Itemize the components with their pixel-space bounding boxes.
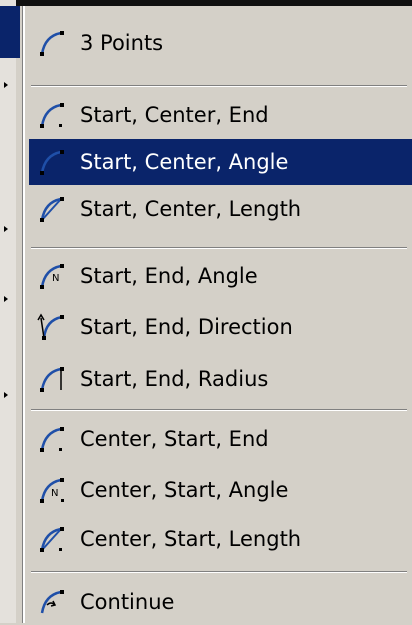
arc-center-start-length-icon: [40, 527, 64, 552]
menu-item-label: Start, End, Radius: [80, 367, 269, 391]
submenu-arrow-icon: [4, 226, 8, 232]
svg-text:N: N: [52, 273, 59, 284]
menu-item-label: Start, End, Direction: [80, 315, 293, 339]
arc-3-points-icon: [40, 31, 64, 56]
parent-menu-strip: [0, 0, 20, 623]
menu-item-center-start-end[interactable]: Center, Start, End: [29, 416, 412, 462]
menu-item-start-center-end[interactable]: Start, Center, End: [29, 92, 412, 138]
menu-separator: [31, 85, 407, 87]
arc-continue-icon: [40, 590, 64, 614]
menu-separator: [31, 247, 407, 249]
arc-start-end-angle-icon: N: [40, 264, 64, 289]
parent-menu-highlight: [0, 6, 20, 58]
menu-item-label: Start, Center, Length: [80, 197, 302, 221]
menu-item-label: Center, Start, End: [80, 427, 269, 451]
menu-item-start-center-angle[interactable]: Start, Center, Angle: [29, 139, 412, 185]
menu-item-start-center-length[interactable]: Start, Center, Length: [29, 186, 412, 232]
menu-item-label: Continue: [80, 590, 175, 614]
menu-item-label: Center, Start, Length: [80, 527, 302, 551]
menu-item-continue[interactable]: Continue: [29, 579, 412, 625]
menu-separator: [31, 409, 407, 411]
arc-center-start-angle-icon: N: [40, 478, 64, 503]
menu-item-start-end-direction[interactable]: Start, End, Direction: [29, 304, 412, 350]
menu-item-center-start-length[interactable]: Center, Start, Length: [29, 516, 412, 562]
arc-start-center-length-icon: [40, 197, 64, 222]
menu-item-3-points[interactable]: 3 Points: [29, 20, 412, 66]
arc-start-end-direction-icon: [37, 313, 64, 340]
menu-item-label: Start, Center, Angle: [80, 150, 289, 174]
arc-start-end-radius-icon: [40, 367, 64, 392]
submenu-arrow-icon: [4, 82, 8, 88]
menu-item-label: Start, End, Angle: [80, 264, 258, 288]
menu-item-label: Center, Start, Angle: [80, 478, 289, 502]
menu-item-label: Start, Center, End: [80, 103, 269, 127]
submenu-arrow-icon: [4, 392, 8, 398]
svg-text:N: N: [51, 488, 58, 499]
menu-separator: [31, 571, 407, 573]
menu-item-center-start-angle[interactable]: N Center, Start, Angle: [29, 467, 412, 513]
menu-item-start-end-radius[interactable]: Start, End, Radius: [29, 356, 412, 402]
arc-start-center-end-icon: [40, 103, 64, 128]
arc-start-center-angle-icon: [40, 150, 64, 175]
arc-center-start-end-icon: [40, 427, 64, 452]
menu-item-label: 3 Points: [80, 31, 164, 55]
menu-item-start-end-angle[interactable]: N Start, End, Angle: [29, 253, 412, 299]
submenu-arrow-icon: [4, 296, 8, 302]
arc-menu: 3 Points Start, Center, End Start, Cente…: [22, 6, 412, 623]
